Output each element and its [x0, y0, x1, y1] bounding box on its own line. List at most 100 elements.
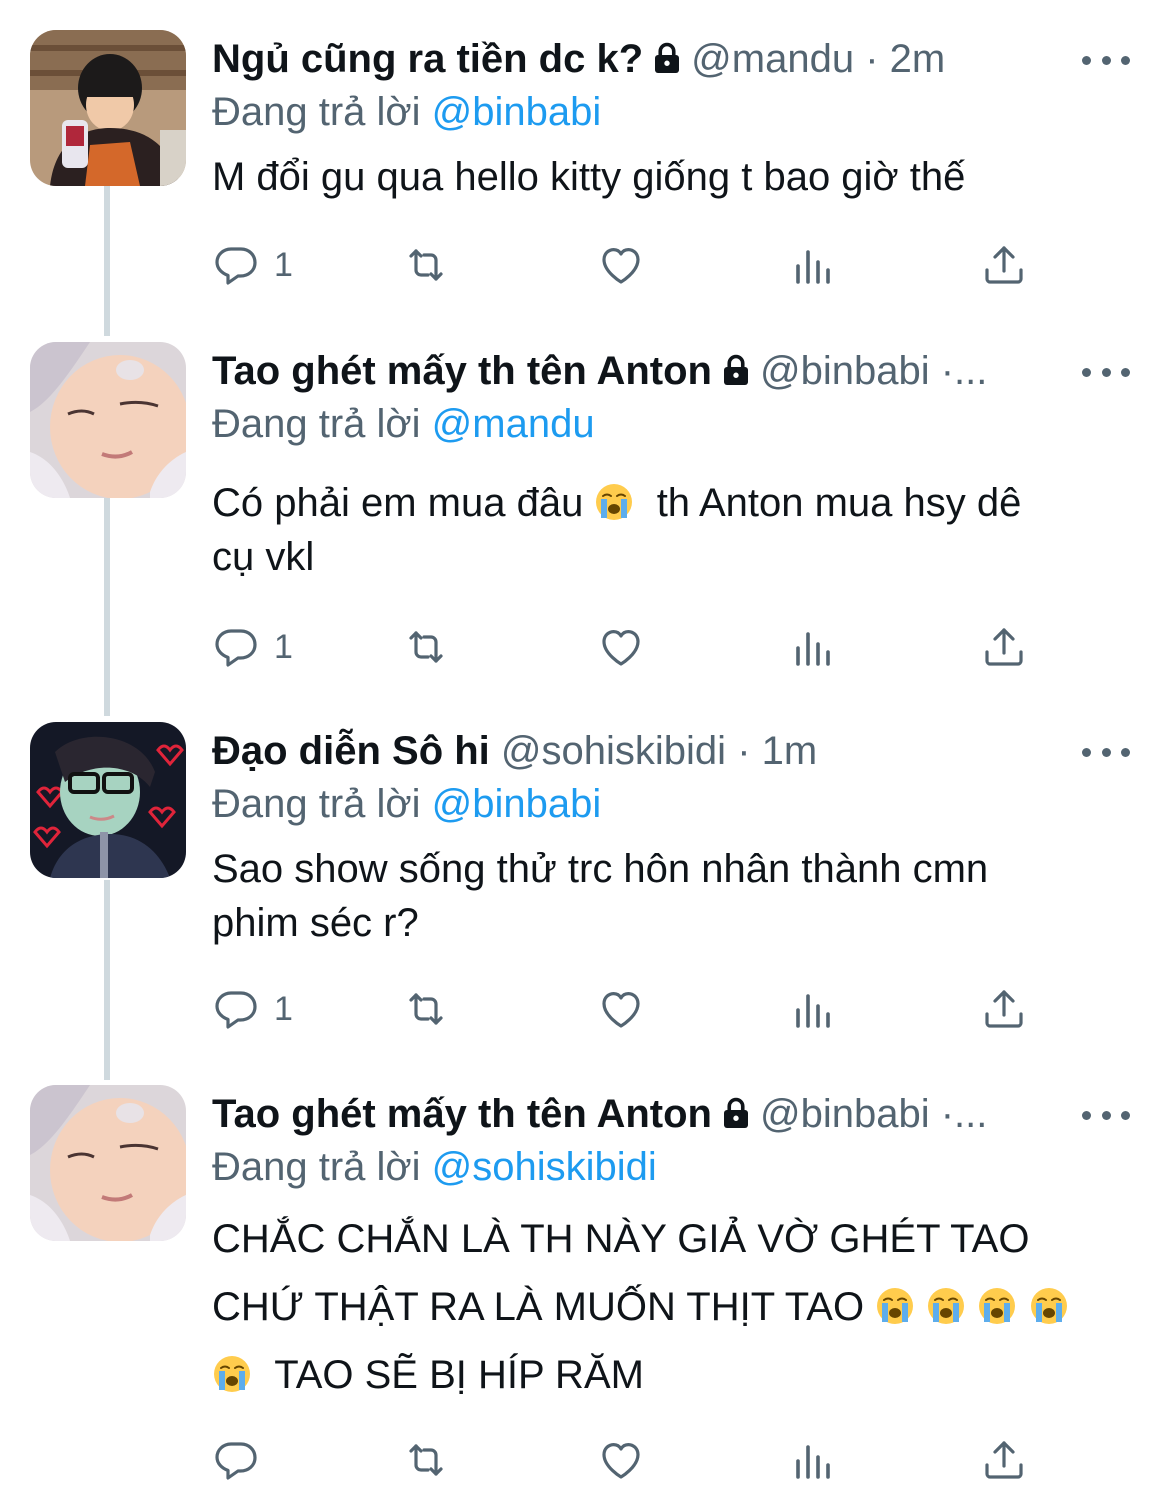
tweet-actions: 1 [212, 617, 1042, 677]
reply-count: 1 [274, 627, 293, 666]
views-button[interactable] [789, 235, 837, 295]
reply-button[interactable] [212, 1430, 274, 1490]
username[interactable]: @binbabi [760, 349, 930, 393]
reply-mention[interactable]: @sohiskibidi [432, 1145, 657, 1189]
like-icon [597, 241, 645, 289]
like-button[interactable] [597, 235, 645, 295]
tweet-text: Sao show sống thử trc hôn nhân thành cmn… [212, 842, 1122, 950]
share-icon [980, 241, 1028, 289]
lock-icon [718, 346, 754, 400]
reply-icon [212, 241, 260, 289]
replying-to: Đang trả lời @sohiskibidi [212, 1141, 657, 1193]
views-icon [789, 623, 837, 671]
share-button[interactable] [980, 235, 1028, 295]
thread-line [104, 498, 110, 716]
crying-emoji [977, 1286, 1017, 1326]
thread-line [104, 880, 110, 1080]
reply-mention[interactable]: @binbabi [432, 90, 602, 134]
username[interactable]: @binbabi [760, 1092, 930, 1136]
like-button[interactable] [597, 617, 645, 677]
more-icon[interactable] [1082, 1095, 1130, 1135]
tweet-text-line: Sao show sống thử trc hôn nhân thành cmn [212, 847, 989, 891]
retweet-icon [402, 1436, 450, 1484]
crying-emoji [926, 1286, 966, 1326]
replying-to: Đang trả lời @mandu [212, 398, 595, 450]
tweet-text-line: TAO SẼ BỊ HÍP RĂM [274, 1353, 644, 1397]
crying-emoji [1029, 1286, 1069, 1326]
reply-icon [212, 623, 260, 671]
like-icon [597, 985, 645, 1033]
more-icon[interactable] [1082, 732, 1130, 772]
retweet-button[interactable] [402, 617, 450, 677]
retweet-icon [402, 623, 450, 671]
share-icon [980, 623, 1028, 671]
retweet-button[interactable] [402, 1430, 450, 1490]
reply-button[interactable]: 1 [212, 979, 293, 1039]
tweet-text-line: th Anton mua hsy dê [656, 481, 1022, 525]
username[interactable]: @sohiskibidi [501, 729, 726, 773]
share-button[interactable] [980, 1430, 1028, 1490]
replying-label: Đang trả lời [212, 402, 421, 446]
reply-icon [212, 1436, 260, 1484]
views-button[interactable] [789, 617, 837, 677]
share-icon [980, 1436, 1028, 1484]
crying-emoji [212, 1354, 252, 1394]
views-button[interactable] [789, 1430, 837, 1490]
retweet-button[interactable] [402, 979, 450, 1039]
tweet-header: Ngủ cũng ra tiền dc k? @mandu · 2m [212, 30, 1082, 88]
reply-mention[interactable]: @mandu [432, 402, 595, 446]
lock-icon [718, 1089, 754, 1143]
views-icon [789, 985, 837, 1033]
replying-label: Đang trả lời [212, 782, 421, 826]
tweet-text-line: CHẮC CHẮN LÀ TH NÀY GIẢ VỜ GHÉT TAO [212, 1217, 1030, 1261]
views-icon [789, 1436, 837, 1484]
like-button[interactable] [597, 979, 645, 1039]
avatar[interactable] [30, 722, 186, 878]
crying-emoji [594, 482, 634, 522]
tweet-actions: 1 [212, 979, 1042, 1039]
replying-to: Đang trả lời @binbabi [212, 86, 601, 138]
display-name[interactable]: Ngủ cũng ra tiền dc k? [212, 37, 643, 81]
tweet-text: Có phải em mua đâu th Anton mua hsy dê c… [212, 476, 1122, 584]
timestamp[interactable]: 2m [890, 37, 946, 81]
like-icon [597, 623, 645, 671]
reply-mention[interactable]: @binbabi [432, 782, 602, 826]
retweet-icon [402, 241, 450, 289]
tweet-header: Đạo diễn Sô hi @sohiskibidi · 1m [212, 722, 1082, 780]
reply-count: 1 [274, 245, 293, 284]
share-button[interactable] [980, 617, 1028, 677]
display-name[interactable]: Tao ghét mấy th tên Anton [212, 349, 712, 393]
timestamp[interactable]: 1m [762, 729, 818, 773]
more-icon[interactable] [1082, 40, 1130, 80]
like-button[interactable] [597, 1430, 645, 1490]
tweet-actions: 1 [212, 235, 1042, 295]
tweet-text: M đổi gu qua hello kitty giống t bao giờ… [212, 150, 1122, 204]
views-icon [789, 241, 837, 289]
reply-button[interactable]: 1 [212, 617, 293, 677]
tweet-header: Tao ghét mấy th tên Anton @binbabi ·... [212, 1085, 1082, 1143]
tweet-text-line: cụ vkl [212, 535, 315, 579]
replying-label: Đang trả lời [212, 1145, 421, 1189]
username[interactable]: @mandu [691, 37, 854, 81]
replying-label: Đang trả lời [212, 90, 421, 134]
display-name[interactable]: Tao ghét mấy th tên Anton [212, 1092, 712, 1136]
avatar[interactable] [30, 1085, 186, 1241]
reply-count: 1 [274, 989, 293, 1028]
share-icon [980, 985, 1028, 1033]
reply-icon [212, 985, 260, 1033]
replying-to: Đang trả lời @binbabi [212, 778, 601, 830]
share-button[interactable] [980, 979, 1028, 1039]
views-button[interactable] [789, 979, 837, 1039]
reply-button[interactable]: 1 [212, 235, 293, 295]
avatar[interactable] [30, 30, 186, 186]
tweet-text: CHẮC CHẮN LÀ TH NÀY GIẢ VỜ GHÉT TAO CHỨ … [212, 1205, 1122, 1409]
retweet-button[interactable] [402, 235, 450, 295]
separator-dot: · [865, 37, 879, 81]
tweet-text-line: Có phải em mua đâu [212, 481, 584, 525]
display-name[interactable]: Đạo diễn Sô hi [212, 729, 490, 773]
thread-line [104, 186, 110, 336]
tweet-text-line: CHỨ THẬT RA LÀ MUỐN THỊT TAO [212, 1285, 865, 1329]
avatar[interactable] [30, 342, 186, 498]
more-icon[interactable] [1082, 352, 1130, 392]
tweet-text-line: M đổi gu qua hello kitty giống t bao giờ… [212, 155, 966, 199]
